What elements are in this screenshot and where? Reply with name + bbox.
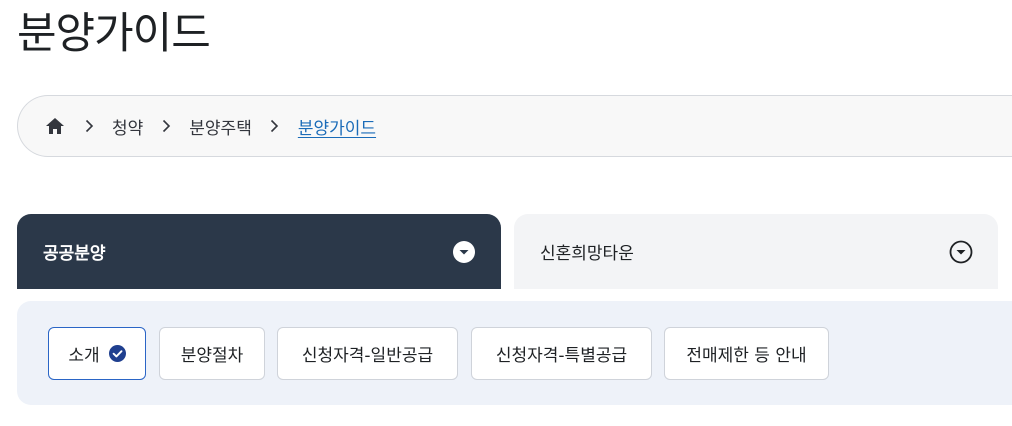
tab-public-sale[interactable]: 공공분양 <box>17 214 501 289</box>
chevron-down-circle-icon[interactable] <box>949 240 973 264</box>
breadcrumb: 청약 분양주택 분양가이드 <box>17 95 1012 157</box>
chevron-down-circle-icon[interactable] <box>452 240 476 264</box>
home-icon[interactable] <box>44 115 66 137</box>
tab-newlywed-town[interactable]: 신혼희망타운 <box>514 214 998 289</box>
subtab-resale-restriction[interactable]: 전매제한 등 안내 <box>664 327 829 380</box>
breadcrumb-item-cheongyak[interactable]: 청약 <box>112 114 143 139</box>
chevron-right-icon <box>74 119 104 133</box>
chevron-right-icon <box>151 119 181 133</box>
subtab-label: 신청자격-특별공급 <box>495 346 628 366</box>
tab-label: 신혼희망타운 <box>540 244 634 264</box>
breadcrumb-item-housing[interactable]: 분양주택 <box>189 114 252 139</box>
subtab-eligibility-general[interactable]: 신청자격-일반공급 <box>277 327 458 380</box>
check-circle-icon <box>108 345 126 362</box>
breadcrumb-item-current[interactable]: 분양가이드 <box>298 114 376 139</box>
subtab-intro[interactable]: 소개 <box>48 327 146 380</box>
chevron-right-icon <box>260 119 290 133</box>
tab-label: 공공분양 <box>43 244 106 264</box>
subtab-eligibility-special[interactable]: 신청자격-특별공급 <box>471 327 652 380</box>
subtab-label: 신청자격-일반공급 <box>301 346 434 366</box>
subtab-label: 소개 <box>68 346 100 366</box>
subtab-procedure[interactable]: 분양절차 <box>159 327 265 380</box>
subtab-label: 분양절차 <box>180 346 244 366</box>
subtab-label: 전매제한 등 안내 <box>686 346 807 366</box>
subtab-bar: 소개 분양절차 신청자격-일반공급 신청자격-특별공급 전매제한 등 안내 <box>17 301 1012 405</box>
page-title: 분양가이드 <box>17 9 211 59</box>
